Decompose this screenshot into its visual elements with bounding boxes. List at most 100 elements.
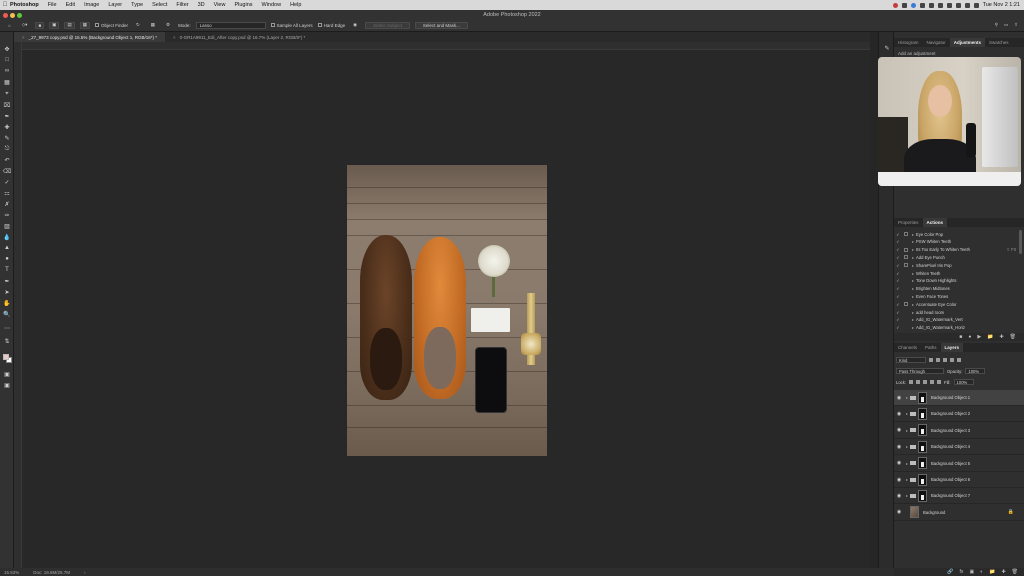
layer-mask-thumbnail[interactable] [918,407,927,420]
action-item[interactable]: ✓ ▸ Accentuate Eye Color [894,300,1018,308]
layer-name[interactable]: Background Object 3 [931,428,970,433]
horizontal-ruler[interactable] [22,42,870,50]
menu-plugins[interactable]: Plugins [234,2,252,8]
layer-row[interactable]: ◉ ▸ Background Object 3 [894,423,1024,439]
share-icon[interactable]: ⇧ [1014,22,1018,28]
history-brush-tool-icon[interactable]: ↶ [3,156,11,164]
more-tools-icon[interactable]: ⋯ [3,324,11,332]
menu-view[interactable]: View [214,2,226,8]
opacity-input[interactable]: 100% [965,368,986,374]
tray-camera-icon[interactable] [937,2,943,8]
menu-filter[interactable]: Filter [176,2,188,8]
subtract-selection-icon[interactable]: ▤ [64,21,75,29]
intersect-selection-icon[interactable]: ▦ [79,21,90,29]
action-item[interactable]: ✓ ▸ Even Face Tones [894,292,1018,300]
wifi-icon[interactable] [955,2,961,8]
hard-edge-toggle[interactable]: Hard Edge [317,23,345,28]
object-finder-toggle[interactable]: Object Finder [94,23,128,28]
layer-row[interactable]: ◉ ▸ Background Object 1 [894,390,1024,406]
layer-mask-thumbnail[interactable] [918,440,927,453]
new-action-icon[interactable]: ✚ [999,334,1003,340]
zoom-level[interactable]: 15.53% [4,570,19,575]
status-arrow-icon[interactable]: › [84,570,86,575]
show-objects-icon[interactable]: ▦ [148,22,158,29]
action-item[interactable]: ✓ ▸ Add_IG_Watermark_Vert [894,316,1018,324]
action-enabled-check-icon[interactable]: ✓ [894,317,902,322]
action-item[interactable]: ✓ ▸ Its Too Early To Whiten Teeth ⇧ F3 [894,246,1018,254]
record-action-icon[interactable]: ● [968,334,971,340]
action-dialog-toggle[interactable] [904,302,908,307]
lock-image-icon[interactable] [916,380,921,384]
move-tool-icon[interactable]: ✥ [3,45,11,53]
action-enabled-check-icon[interactable]: ✓ [894,278,902,283]
action-enabled-check-icon[interactable]: ✓ [894,286,902,291]
action-enabled-check-icon[interactable]: ✓ [894,232,902,237]
new-selection-icon[interactable]: ■ [35,21,45,29]
brush-tool-icon[interactable]: ✎ [3,134,11,142]
swap-colors-icon[interactable]: ⇅ [3,337,11,345]
visibility-eye-icon[interactable]: ◉ [894,460,904,466]
add-mask-icon[interactable]: ▣ [969,569,974,575]
delete-layer-icon[interactable]: 🗑 [1012,569,1018,575]
action-dialog-toggle[interactable] [904,240,908,244]
pen-tool-icon[interactable]: ✒ [3,277,11,285]
action-enabled-check-icon[interactable]: ✓ [894,302,902,307]
doc-size[interactable]: Doc: 19.6M/25.7M [33,570,70,575]
spot-healing-tool-icon[interactable]: ✗ [3,200,11,208]
action-enabled-check-icon[interactable]: ✓ [894,255,902,260]
layer-mask-thumbnail[interactable] [918,489,927,502]
lock-artboard-icon[interactable] [930,380,935,384]
menu-file[interactable]: File [48,2,57,8]
new-fill-layer-icon[interactable]: ◐ [980,569,983,575]
action-item[interactable]: ✓ ▸ Whiten Teeth [894,269,1018,277]
stop-icon[interactable]: ■ [959,334,962,340]
action-item[interactable]: ✓ ▸ SharePixel Iris Pop [894,261,1018,269]
sample-all-layers-toggle[interactable]: Sample All Layers [270,23,313,28]
layer-row[interactable]: ◉ ▸ Background Object 5 [894,456,1024,472]
action-dialog-toggle[interactable] [904,255,908,260]
menu-window[interactable]: Window [262,2,282,8]
layer-mask-thumbnail[interactable] [918,473,927,486]
filter-type-icon[interactable] [943,358,947,362]
workspace-icon[interactable]: ▭ [1004,22,1008,28]
action-item[interactable]: ✓ ▸ Brighten Midtones [894,285,1018,293]
menu-edit[interactable]: Edit [66,2,75,8]
layer-name[interactable]: Background Object 5 [931,461,970,466]
clone-stamp-tool-icon[interactable]: ⎋ [3,145,11,153]
action-dialog-toggle[interactable] [904,263,908,268]
refresh-icon[interactable]: ↻ [133,22,143,29]
menu-help[interactable]: Help [290,2,301,8]
layer-name[interactable]: Background Object 7 [931,493,970,498]
tab-actions[interactable]: Actions [922,218,948,227]
actions-scrollbar[interactable] [1019,230,1022,254]
sponge-tool-icon[interactable]: ● [3,255,11,263]
layer-mask-thumbnail[interactable] [918,457,927,470]
action-enabled-check-icon[interactable]: ✓ [894,310,902,315]
sample-all-layers-checkbox[interactable] [270,23,275,27]
search-icon[interactable]: ⚲ [995,22,998,28]
visibility-eye-icon[interactable]: ◉ [894,444,904,450]
filter-shape-icon[interactable] [950,358,954,362]
close-tab-icon[interactable]: × [22,35,25,40]
action-enabled-check-icon[interactable]: ✓ [894,325,902,330]
apple-icon[interactable]:  [0,2,10,8]
lock-icon[interactable]: 🔒 [1008,509,1014,515]
pen-alt-tool-icon[interactable]: ✑ [3,211,11,219]
type-tool-icon[interactable]: T [3,266,11,274]
layer-name[interactable]: Background [923,510,945,515]
select-subject-button[interactable]: Select Subject [365,21,410,29]
object-selection-tool-icon[interactable]: ▦ [3,78,11,86]
layer-row[interactable]: ◉ ▸ Background Object 7 [894,488,1024,505]
search-icon[interactable] [964,2,970,8]
action-dialog-toggle[interactable] [904,232,908,236]
tab-document-2[interactable]: × 0-GR1A9911_Edi_After copy.psd @ 16.7% … [165,32,313,42]
healing-brush-tool-icon[interactable]: ✚ [3,123,11,131]
layer-name[interactable]: Background Object 2 [931,411,970,416]
tab-adjustments[interactable]: Adjustments [949,38,986,47]
new-set-icon[interactable]: 📁 [987,334,993,340]
action-dialog-toggle[interactable] [904,279,908,283]
screen-mode-icon[interactable]: ▣ [3,381,11,389]
tool-preset-picker[interactable]: ◇▾ [19,22,31,29]
brush-presets-icon[interactable]: ✎ [883,44,891,52]
action-enabled-check-icon[interactable]: ✓ [894,239,902,244]
